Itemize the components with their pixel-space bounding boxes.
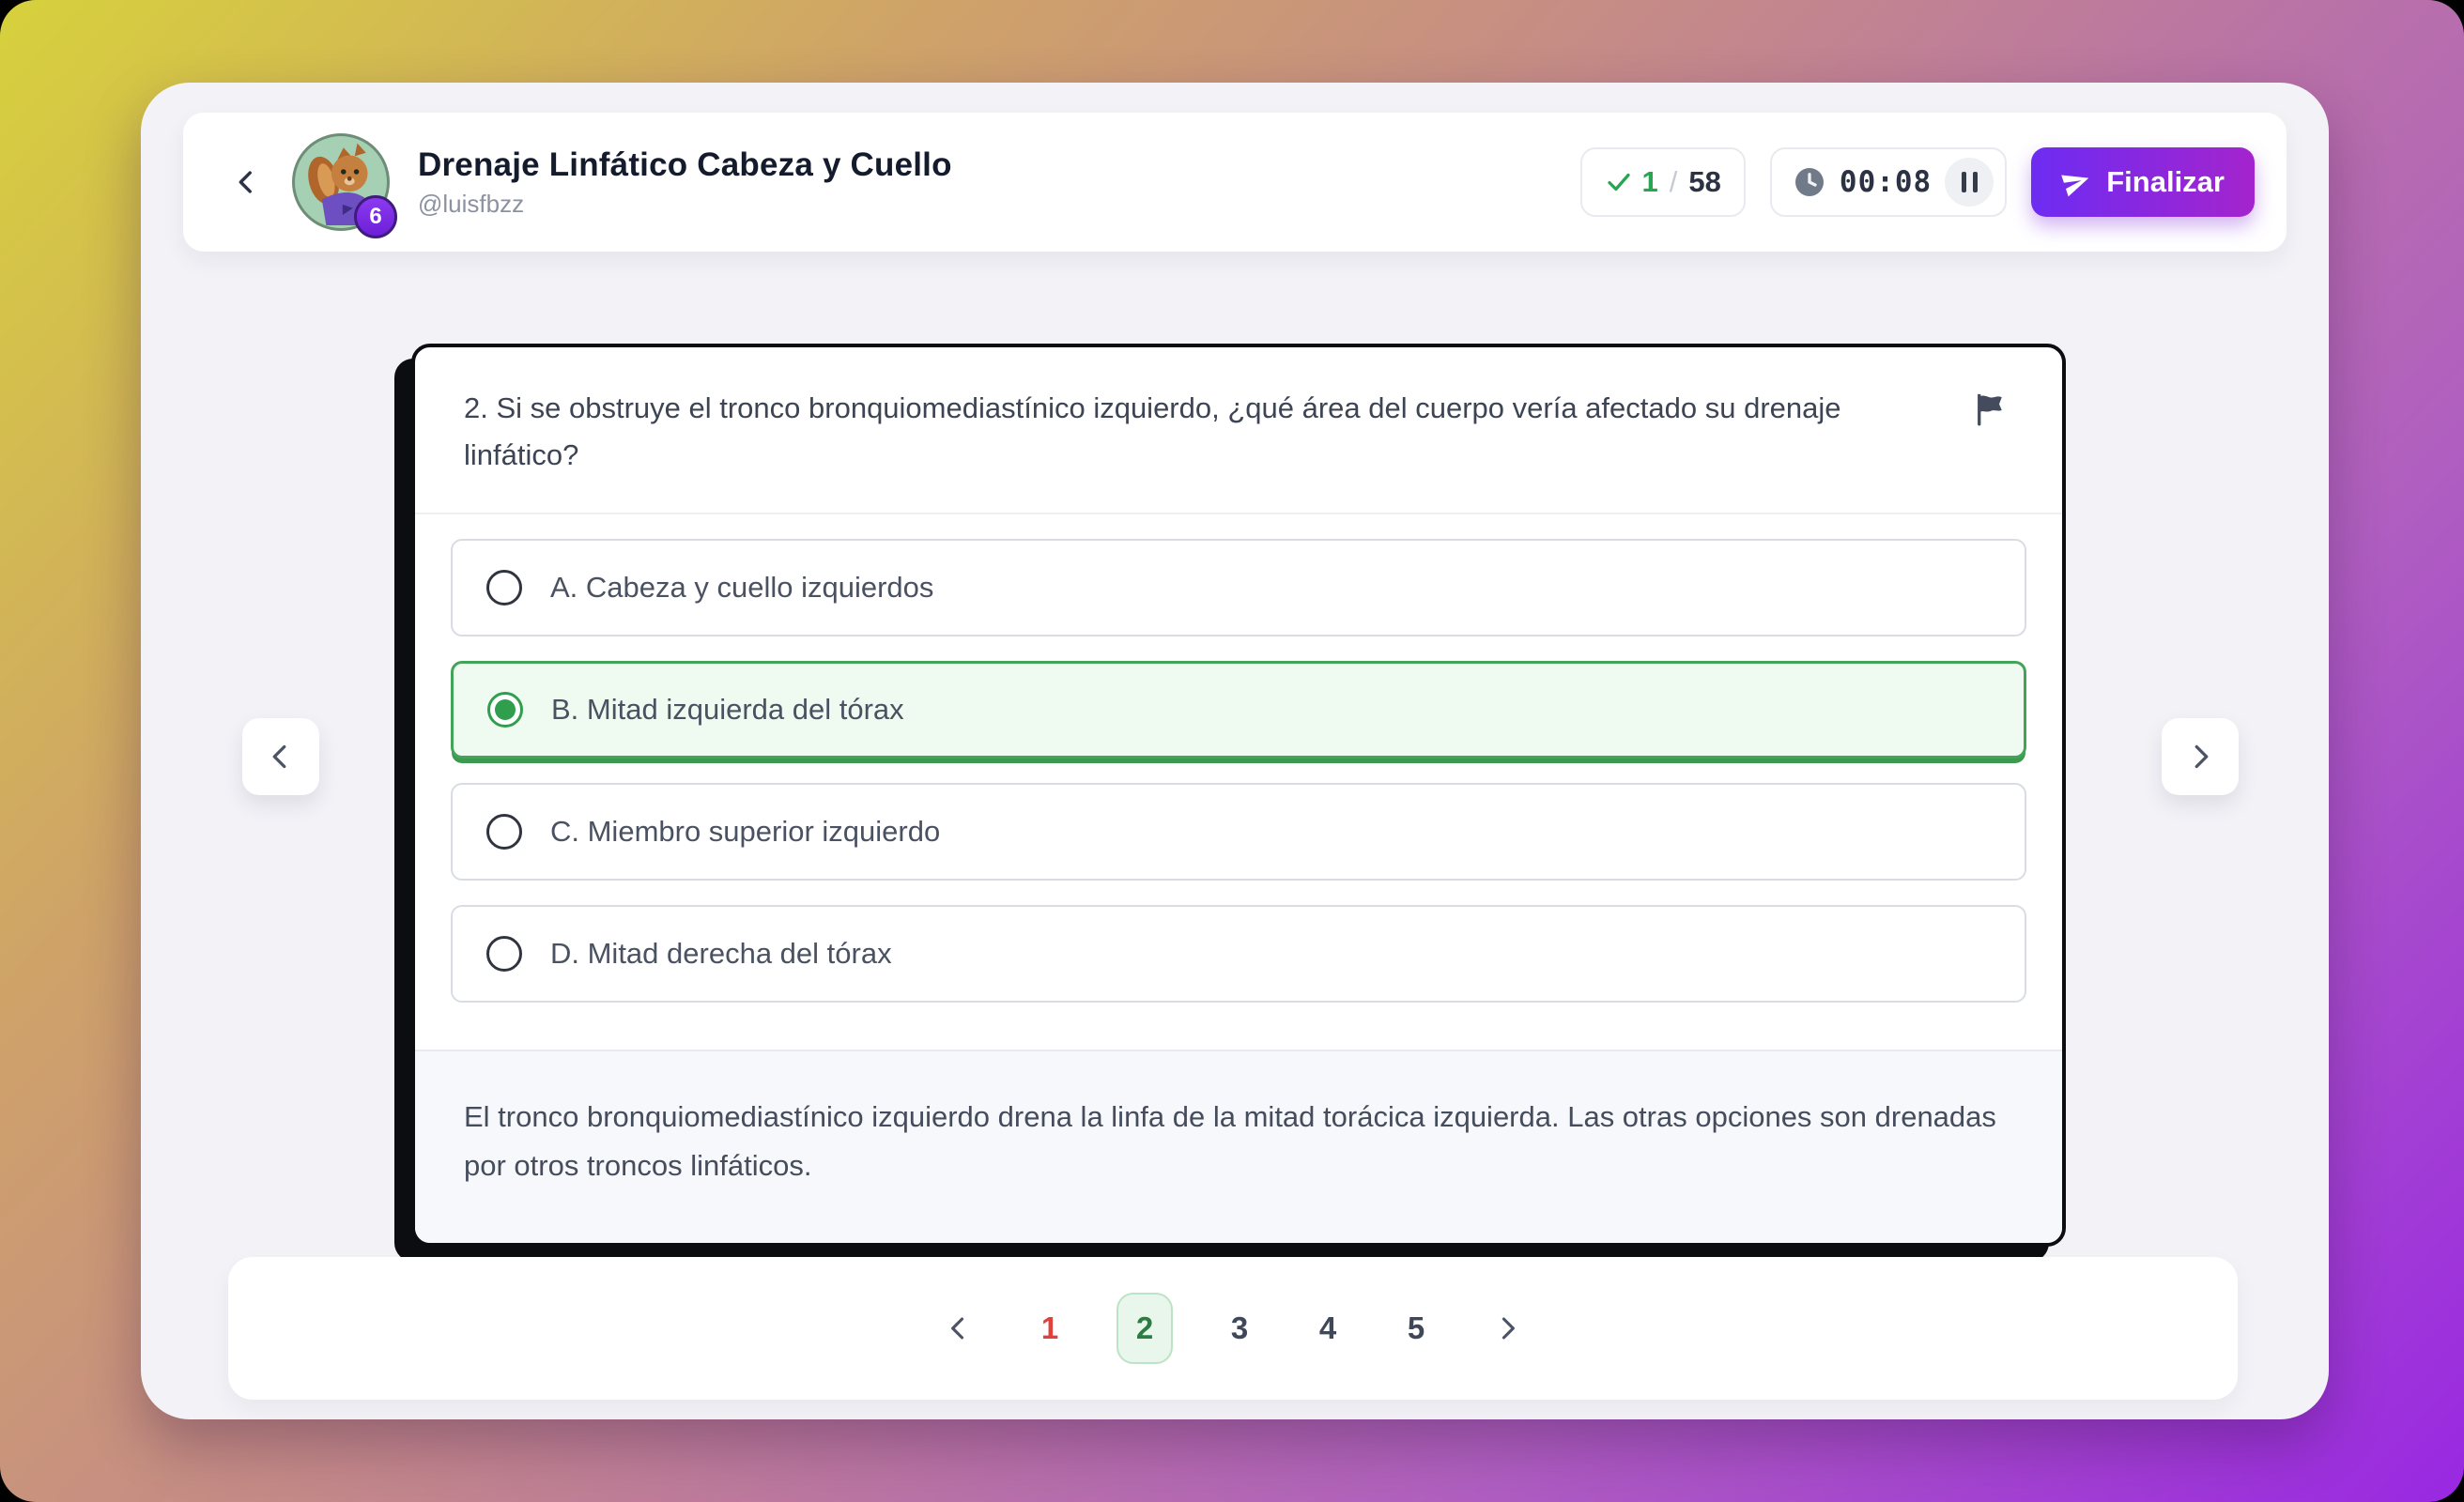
option-d[interactable]: D. Mitad derecha del tórax	[451, 905, 2026, 1003]
radio-icon	[486, 814, 522, 850]
option-b-label: B. Mitad izquierda del tórax	[551, 693, 904, 727]
page-1-button[interactable]: 1	[1028, 1293, 1071, 1364]
page-2-button[interactable]: 2	[1116, 1293, 1173, 1364]
option-b[interactable]: B. Mitad izquierda del tórax	[451, 661, 2026, 759]
pause-icon	[1962, 172, 1978, 192]
pause-button[interactable]	[1945, 158, 1994, 207]
option-c-label: C. Miembro superior izquierdo	[550, 815, 940, 849]
quiz-header: 6 Drenaje Linfático Cabeza y Cuello @lui…	[183, 113, 2287, 252]
answer-explanation: El tronco bronquiomediastínico izquierdo…	[415, 1050, 2062, 1243]
progress-pill: check-icon 1 / 58	[1580, 147, 1746, 217]
progress-separator: /	[1668, 165, 1680, 199]
question-text: 2. Si se obstruye el tronco bronquiomedi…	[464, 385, 1934, 479]
chevron-left-icon	[943, 1312, 975, 1344]
page-5-button[interactable]: 5	[1394, 1293, 1438, 1364]
clock-icon	[1793, 165, 1826, 199]
option-a[interactable]: A. Cabeza y cuello izquierdos	[451, 539, 2026, 636]
quiz-title: Drenaje Linfático Cabeza y Cuello	[418, 146, 952, 184]
timer-pill: 00:08	[1770, 147, 2007, 217]
finish-button-label: Finalizar	[2106, 165, 2225, 199]
next-question-button[interactable]	[2162, 718, 2239, 795]
option-a-label: A. Cabeza y cuello izquierdos	[550, 571, 933, 605]
chevron-left-icon	[230, 166, 262, 198]
option-d-label: D. Mitad derecha del tórax	[550, 937, 892, 971]
pagination-prev-button[interactable]	[934, 1304, 983, 1353]
flag-icon	[1968, 389, 2013, 430]
previous-question-button[interactable]	[242, 718, 319, 795]
flag-question-button[interactable]	[1968, 387, 2013, 432]
option-c[interactable]: C. Miembro superior izquierdo	[451, 783, 2026, 881]
page-3-button[interactable]: 3	[1218, 1293, 1261, 1364]
back-button[interactable]	[224, 161, 268, 204]
pagination-next-button[interactable]	[1483, 1304, 1532, 1353]
question-card: 2. Si se obstruye el tronco bronquiomedi…	[411, 344, 2066, 1247]
chevron-left-icon	[264, 740, 298, 774]
screen: 6 Drenaje Linfático Cabeza y Cuello @lui…	[0, 0, 2464, 1502]
check-icon	[1605, 168, 1633, 196]
quiz-author-handle: @luisfbzz	[418, 190, 952, 219]
send-icon	[2061, 167, 2091, 197]
gradient-background: 6 Drenaje Linfático Cabeza y Cuello @lui…	[0, 0, 2464, 1502]
answer-options: A. Cabeza y cuello izquierdos B. Mitad i…	[415, 514, 2062, 1050]
page-4-button[interactable]: 4	[1306, 1293, 1349, 1364]
quiz-app-panel: 6 Drenaje Linfático Cabeza y Cuello @lui…	[141, 83, 2329, 1419]
pagination-bar: 1 2 3 4 5	[228, 1257, 2238, 1400]
progress-total: 58	[1688, 165, 1720, 199]
radio-icon	[487, 692, 523, 728]
avatar[interactable]: 6	[292, 133, 390, 231]
progress-answered: 1	[1642, 165, 1658, 199]
quiz-title-block: Drenaje Linfático Cabeza y Cuello @luisf…	[418, 146, 952, 219]
timer-value: 00:08	[1840, 165, 1932, 199]
question-header: 2. Si se obstruye el tronco bronquiomedi…	[415, 347, 2062, 514]
finish-button[interactable]: Finalizar	[2031, 147, 2255, 217]
chevron-right-icon	[2183, 740, 2217, 774]
level-badge: 6	[354, 195, 397, 238]
radio-icon	[486, 936, 522, 972]
chevron-right-icon	[1491, 1312, 1523, 1344]
radio-icon	[486, 570, 522, 605]
